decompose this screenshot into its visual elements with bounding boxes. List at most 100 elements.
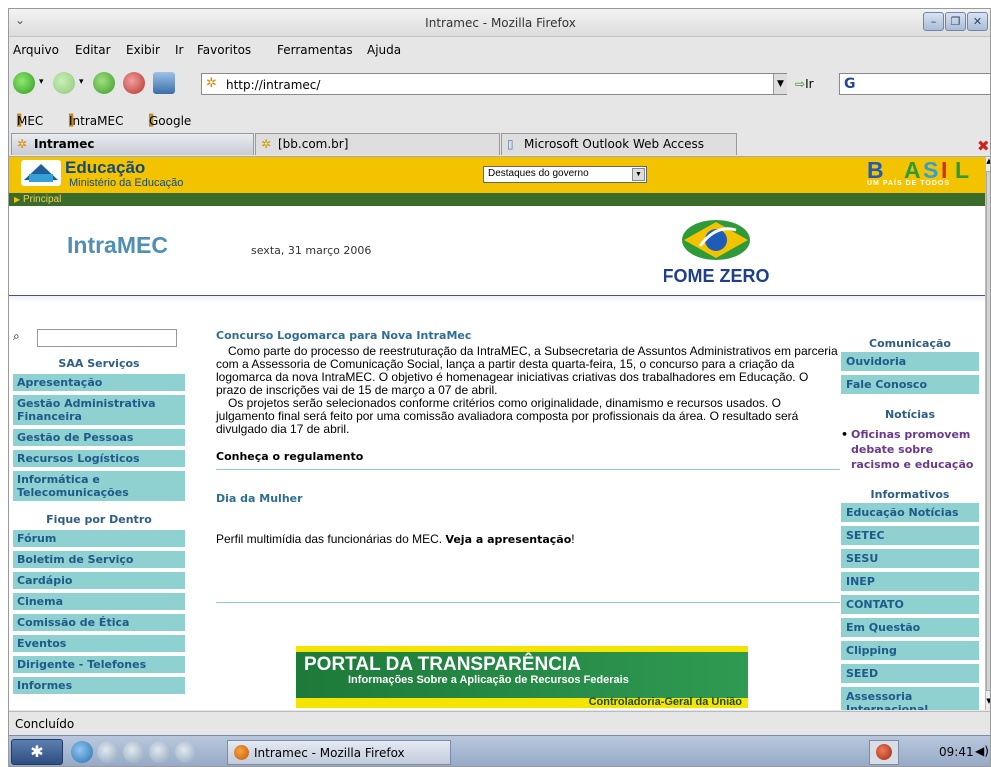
- stop-icon[interactable]: [123, 72, 145, 94]
- divider: [216, 602, 840, 603]
- minimize-icon[interactable]: –: [923, 12, 944, 31]
- educacao-title[interactable]: Educação: [65, 158, 145, 178]
- main-content: Concurso Logomarca para Nova IntraMec Co…: [216, 329, 840, 603]
- fique-por-dentro-heading: Fique por Dentro: [46, 513, 152, 526]
- maximize-icon[interactable]: ❐: [945, 12, 966, 31]
- sidebar-item-assessoria[interactable]: Assessoria Internacional: [841, 687, 979, 710]
- vertical-scrollbar[interactable]: ▲ ▼: [985, 157, 990, 710]
- news-paragraph: Como parte do processo de reestruturação…: [216, 344, 838, 397]
- scroll-thumb[interactable]: [986, 171, 990, 691]
- tray-icon: [876, 744, 892, 760]
- comunicacao-heading: Comunicação: [869, 337, 951, 350]
- sidebar-item-ouvidoria[interactable]: Ouvidoria: [841, 352, 979, 371]
- sidebar-item-forum[interactable]: Fórum: [13, 530, 185, 547]
- sidebar-item-inep[interactable]: INEP: [841, 572, 979, 591]
- apresentacao-link[interactable]: Veja a apresentação: [445, 533, 571, 546]
- back-icon[interactable]: [13, 72, 35, 94]
- home-icon[interactable]: [153, 72, 175, 94]
- close-window-icon[interactable]: ✕: [967, 12, 988, 31]
- sidebar-item-clipping[interactable]: Clipping: [841, 641, 979, 660]
- tab-outlook[interactable]: ▯ Microsoft Outlook Web Access: [501, 133, 737, 155]
- sidebar-item-setec[interactable]: SETEC: [841, 526, 979, 545]
- sidebar-item-contato[interactable]: CONTATO: [841, 595, 979, 614]
- url-text[interactable]: http://intramec/: [226, 78, 320, 92]
- search-icon[interactable]: ⌕: [13, 329, 20, 344]
- tab-bb[interactable]: ✲ [bb.com.br]: [255, 133, 500, 155]
- sidebar-item-cinema[interactable]: Cinema: [13, 593, 185, 610]
- sidebar-item-em-questao[interactable]: Em Questão: [841, 618, 979, 637]
- forward-icon[interactable]: [53, 72, 75, 94]
- news-item[interactable]: Oficinas promovem debate sobre racismo e…: [841, 427, 979, 472]
- menu-ajuda[interactable]: Ajuda: [367, 43, 401, 57]
- sidebar-item-dirigente-telefones[interactable]: Dirigente - Telefones: [13, 656, 185, 673]
- sidebar-item-cardapio[interactable]: Cardápio: [13, 572, 185, 589]
- menu-ir[interactable]: Ir: [175, 43, 183, 57]
- back-menu-icon[interactable]: ▾: [39, 77, 44, 87]
- portal-transparencia-banner[interactable]: PORTAL DA TRANSPARÊNCIA Informações Sobr…: [296, 646, 748, 708]
- reload-icon[interactable]: [93, 72, 115, 94]
- sidebar-item-gestao-pessoas[interactable]: Gestão de Pessoas: [13, 429, 185, 446]
- launcher-icon[interactable]: [123, 741, 145, 763]
- regulamento-link[interactable]: Conheça o regulamento: [216, 450, 840, 463]
- informativos-heading: Informativos: [870, 488, 950, 501]
- scroll-up-icon[interactable]: ▲: [986, 157, 990, 169]
- fome-zero-icon: FOME ZERO: [663, 220, 770, 286]
- forward-menu-icon[interactable]: ▾: [79, 77, 84, 87]
- logo-intra: Intra: [67, 232, 117, 258]
- url-history-dropdown[interactable]: ▼: [773, 74, 787, 94]
- launcher-icon[interactable]: [97, 741, 119, 763]
- sidebar-item-educacao-noticias[interactable]: Educação Notícias: [841, 503, 979, 522]
- launcher-icon[interactable]: [175, 741, 197, 763]
- clock[interactable]: 09:41: [939, 745, 974, 759]
- volume-icon[interactable]: ◀︎): [975, 744, 989, 758]
- close-tab-icon[interactable]: ✖: [977, 137, 990, 155]
- sidebar-item-apresentacao[interactable]: Apresentação: [13, 374, 185, 391]
- arrow-right-icon: ▶: [14, 195, 21, 204]
- sidebar-item-eventos[interactable]: Eventos: [13, 635, 185, 652]
- menu-favoritos[interactable]: Favoritos: [197, 43, 251, 57]
- sidebar-item-informes[interactable]: Informes: [13, 677, 185, 694]
- url-bar[interactable]: ✲ http://intramec/: [201, 73, 787, 95]
- taskbar-task-firefox[interactable]: Intramec - Mozilla Firefox: [227, 740, 451, 765]
- sidebar-item-boletim[interactable]: Boletim de Serviço: [13, 551, 185, 568]
- news-paragraph: Os projetos serão selecionados conforme …: [216, 396, 799, 436]
- news-title-dia-mulher[interactable]: Dia da Mulher: [216, 492, 840, 505]
- breadcrumb: ▶ Principal: [9, 193, 985, 206]
- intramec-header: IntraMEC sexta, 31 março 2006 FOME ZERO: [9, 206, 985, 296]
- start-menu-icon[interactable]: ✱: [11, 739, 63, 765]
- news-text-dia-mulher: Perfil multimídia das funcionárias do ME…: [216, 533, 840, 547]
- menu-editar[interactable]: Editar: [75, 43, 111, 57]
- intramec-logo[interactable]: IntraMEC: [67, 232, 168, 259]
- fome-zero-text: FOME ZERO: [664, 266, 770, 286]
- menu-ferramentas[interactable]: Ferramentas: [277, 43, 353, 57]
- fome-zero-logo[interactable]: FOME ZERO: [663, 216, 774, 286]
- google-icon: G: [844, 76, 856, 92]
- search-box[interactable]: G: [839, 73, 990, 95]
- launcher-icon[interactable]: [149, 741, 171, 763]
- menu-bar: Arquivo Editar Exibir Ir Favoritos Ferra…: [9, 38, 990, 62]
- news-title-concurso[interactable]: Concurso Logomarca para Nova IntraMec: [216, 329, 840, 342]
- saa-servicos-heading: SAA Serviços: [58, 357, 140, 370]
- menu-exibir[interactable]: Exibir: [126, 43, 160, 57]
- breadcrumb-principal[interactable]: Principal: [23, 194, 61, 205]
- go-button[interactable]: ⇨Ir: [795, 77, 814, 91]
- scroll-down-icon[interactable]: ▼: [986, 697, 990, 709]
- destaques-select[interactable]: Destaques do governo ▼: [483, 166, 647, 183]
- tab-intramec[interactable]: ✲ Intramec: [11, 133, 254, 155]
- sidebar-item-comissao-etica[interactable]: Comissão de Ética: [13, 614, 185, 631]
- search-input[interactable]: [37, 329, 177, 347]
- sidebar-item-informatica[interactable]: Informática e Telecomunicações: [13, 471, 185, 501]
- page-viewport: Educação Ministério da Educação Destaque…: [9, 157, 985, 710]
- sidebar-item-seed[interactable]: SEED: [841, 664, 979, 683]
- status-bar: Concluído: [9, 711, 990, 735]
- browser-launcher-icon[interactable]: [71, 741, 93, 763]
- tray-app-icon[interactable]: [869, 740, 899, 765]
- tab-label: Intramec: [34, 137, 95, 151]
- sidebar-item-gestao-administrativa[interactable]: Gestão Administrativa Financeira: [13, 395, 185, 425]
- sidebar-item-sesu[interactable]: SESU: [841, 549, 979, 568]
- brasil-logo[interactable]: B R A S I L UM PAÍS DE TODOS: [861, 157, 985, 187]
- sidebar-item-fale-conosco[interactable]: Fale Conosco: [841, 375, 979, 394]
- sidebar-item-recursos-logisticos[interactable]: Recursos Logísticos: [13, 450, 185, 467]
- noticias-heading: Notícias: [884, 408, 936, 421]
- menu-arquivo[interactable]: Arquivo: [13, 43, 59, 57]
